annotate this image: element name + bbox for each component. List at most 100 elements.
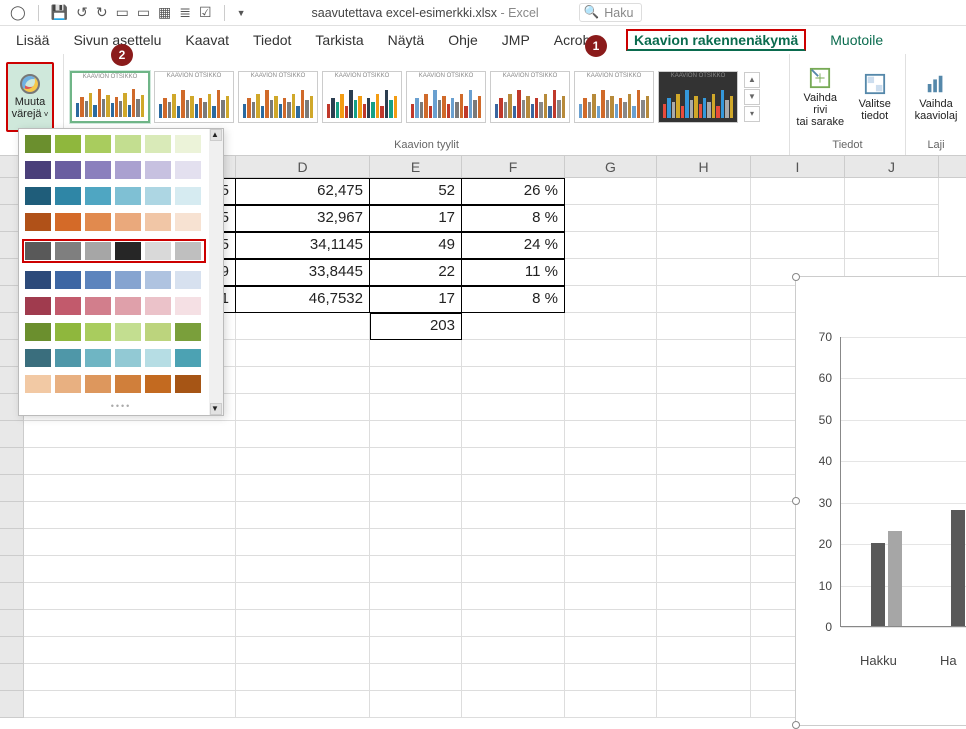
row-header[interactable] [0,421,24,448]
cell[interactable] [370,421,462,448]
switch-row-column-button[interactable]: Vaihda rivitai sarake [796,67,845,128]
cell[interactable] [24,475,236,502]
row-header[interactable] [0,556,24,583]
cell[interactable] [24,610,236,637]
row-header[interactable] [0,664,24,691]
column-header[interactable]: I [751,156,845,177]
color-scheme-option[interactable] [25,213,217,231]
cell[interactable] [657,421,751,448]
chart-style-option[interactable]: KAAVION OTSIKKO [574,71,654,123]
cell[interactable]: 22 [370,259,462,286]
cell[interactable] [565,583,657,610]
tab-jmp[interactable]: JMP [502,32,530,48]
save-icon[interactable]: 💾 [51,4,68,21]
cell[interactable] [565,421,657,448]
cell[interactable] [370,502,462,529]
cell[interactable] [751,178,845,205]
cell[interactable] [657,691,751,718]
cell[interactable] [236,340,370,367]
cell[interactable] [370,529,462,556]
qat-overflow-icon[interactable]: ▼ [237,8,246,18]
cell[interactable] [657,232,751,259]
row-header[interactable] [0,529,24,556]
color-scheme-option[interactable] [22,239,206,263]
chart-style-option[interactable]: KAAVION OTSIKKO [658,71,738,123]
cell[interactable]: 49 [370,232,462,259]
tab-review[interactable]: Tarkista [315,32,363,48]
cell[interactable] [751,232,845,259]
tell-me-search[interactable]: 🔍 Haku [579,3,643,22]
cell[interactable] [657,664,751,691]
color-scheme-option[interactable] [25,135,217,153]
tab-view[interactable]: Näytä [388,32,425,48]
cell[interactable] [24,448,236,475]
chart-style-option[interactable]: KAAVION OTSIKKO [322,71,402,123]
cell[interactable] [370,340,462,367]
color-scheme-option[interactable] [25,297,217,315]
cell[interactable]: 8 % [462,205,565,232]
scroll-down-icon[interactable]: ▼ [210,403,222,415]
cell[interactable] [24,583,236,610]
color-scheme-option[interactable] [25,271,217,289]
cell[interactable] [751,205,845,232]
cell[interactable] [565,286,657,313]
cell[interactable] [565,205,657,232]
cell[interactable] [236,448,370,475]
cell[interactable]: 26 % [462,178,565,205]
cell[interactable] [370,691,462,718]
qat-icon[interactable]: ☑ [199,4,212,21]
tab-chart-design[interactable]: Kaavion rakennenäkymä [626,29,806,51]
row-header[interactable] [0,610,24,637]
cell[interactable] [657,205,751,232]
cell[interactable] [24,556,236,583]
autosave-toggle[interactable]: ◯ [10,4,26,21]
embedded-chart[interactable]: 010203040506070 HakkuHa [795,276,966,726]
color-scheme-option[interactable] [25,323,217,341]
column-header[interactable]: G [565,156,657,177]
color-scheme-option[interactable] [25,161,217,179]
cell[interactable] [845,205,939,232]
cell[interactable] [462,394,565,421]
cell[interactable] [236,421,370,448]
row-header[interactable] [0,637,24,664]
cell[interactable] [565,556,657,583]
cell[interactable] [24,502,236,529]
cell[interactable] [657,529,751,556]
cell[interactable] [370,556,462,583]
cell[interactable] [565,448,657,475]
cell[interactable] [845,232,939,259]
cell[interactable] [565,394,657,421]
cell[interactable]: 8 % [462,286,565,313]
cell[interactable] [236,610,370,637]
cell[interactable] [370,475,462,502]
cell[interactable] [236,583,370,610]
cell[interactable] [565,637,657,664]
cell[interactable]: 33,8445 [236,259,370,286]
row-header[interactable] [0,691,24,718]
cell[interactable] [236,475,370,502]
cell[interactable] [565,178,657,205]
chart-style-option[interactable]: KAAVION OTSIKKO [490,71,570,123]
cell[interactable] [24,421,236,448]
column-header[interactable]: F [462,156,565,177]
dropdown-scrollbar[interactable]: ▲ ▼ [209,129,223,415]
column-header[interactable]: H [657,156,751,177]
gallery-scroll-up[interactable]: ▲ [744,72,760,88]
row-header[interactable] [0,448,24,475]
cell[interactable] [462,664,565,691]
cell[interactable]: 52 [370,178,462,205]
cell[interactable] [657,394,751,421]
cell[interactable] [462,610,565,637]
cell[interactable]: 46,7532 [236,286,370,313]
cell[interactable]: 17 [370,286,462,313]
column-header[interactable]: J [845,156,939,177]
cell[interactable] [236,556,370,583]
cell[interactable] [462,313,565,340]
cell[interactable]: 11 % [462,259,565,286]
cell[interactable] [24,529,236,556]
cell[interactable] [462,583,565,610]
cell[interactable] [370,583,462,610]
cell[interactable] [462,367,565,394]
cell[interactable] [462,529,565,556]
resize-handle[interactable] [792,497,800,505]
